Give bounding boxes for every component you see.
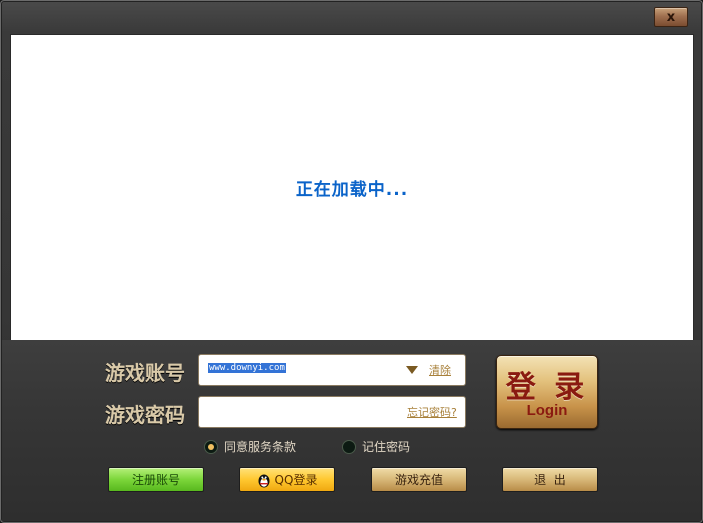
agree-terms-option[interactable]: 同意服务条款: [204, 438, 296, 455]
clear-link[interactable]: 清除: [429, 362, 451, 378]
register-button[interactable]: 注册账号: [108, 467, 204, 492]
qq-penguin-icon: [258, 474, 270, 487]
recharge-button-label: 游戏充值: [394, 473, 443, 487]
account-label: 游戏账号: [105, 361, 185, 385]
agree-terms-label: 同意服务条款: [224, 440, 297, 454]
remember-password-radio[interactable]: [342, 439, 356, 454]
exit-button[interactable]: 退 出: [502, 467, 598, 492]
dropdown-arrow-icon[interactable]: [406, 366, 418, 374]
remember-password-option[interactable]: 记住密码: [342, 438, 410, 455]
recharge-button[interactable]: 游戏充值: [371, 467, 467, 492]
agree-terms-radio[interactable]: [204, 439, 218, 454]
close-icon: x: [666, 9, 676, 25]
close-button[interactable]: x: [654, 7, 688, 27]
account-input-value: www.downyi.com: [208, 363, 286, 373]
remember-password-label: 记住密码: [362, 440, 411, 454]
launcher-window: x 正在加载中... 游戏账号 www.downyi.com 清除 游戏密码 忘…: [0, 0, 703, 523]
qq-login-button[interactable]: QQ登录: [239, 467, 335, 492]
login-button-label-en: Login: [526, 402, 568, 419]
exit-button-label: 退 出: [534, 473, 566, 487]
password-input[interactable]: 忘记密码?: [198, 396, 466, 428]
loading-text: 正在加载中...: [295, 180, 409, 200]
password-label: 游戏密码: [105, 403, 185, 427]
account-input[interactable]: www.downyi.com 清除: [198, 354, 466, 386]
login-button[interactable]: 登 录 Login: [496, 355, 598, 429]
register-button-label: 注册账号: [131, 473, 180, 487]
forgot-password-link[interactable]: 忘记密码?: [407, 404, 457, 420]
web-content-panel: 正在加载中...: [10, 34, 694, 341]
login-button-label-cn: 登 录: [505, 370, 589, 405]
qq-login-button-label: QQ登录: [274, 473, 318, 487]
